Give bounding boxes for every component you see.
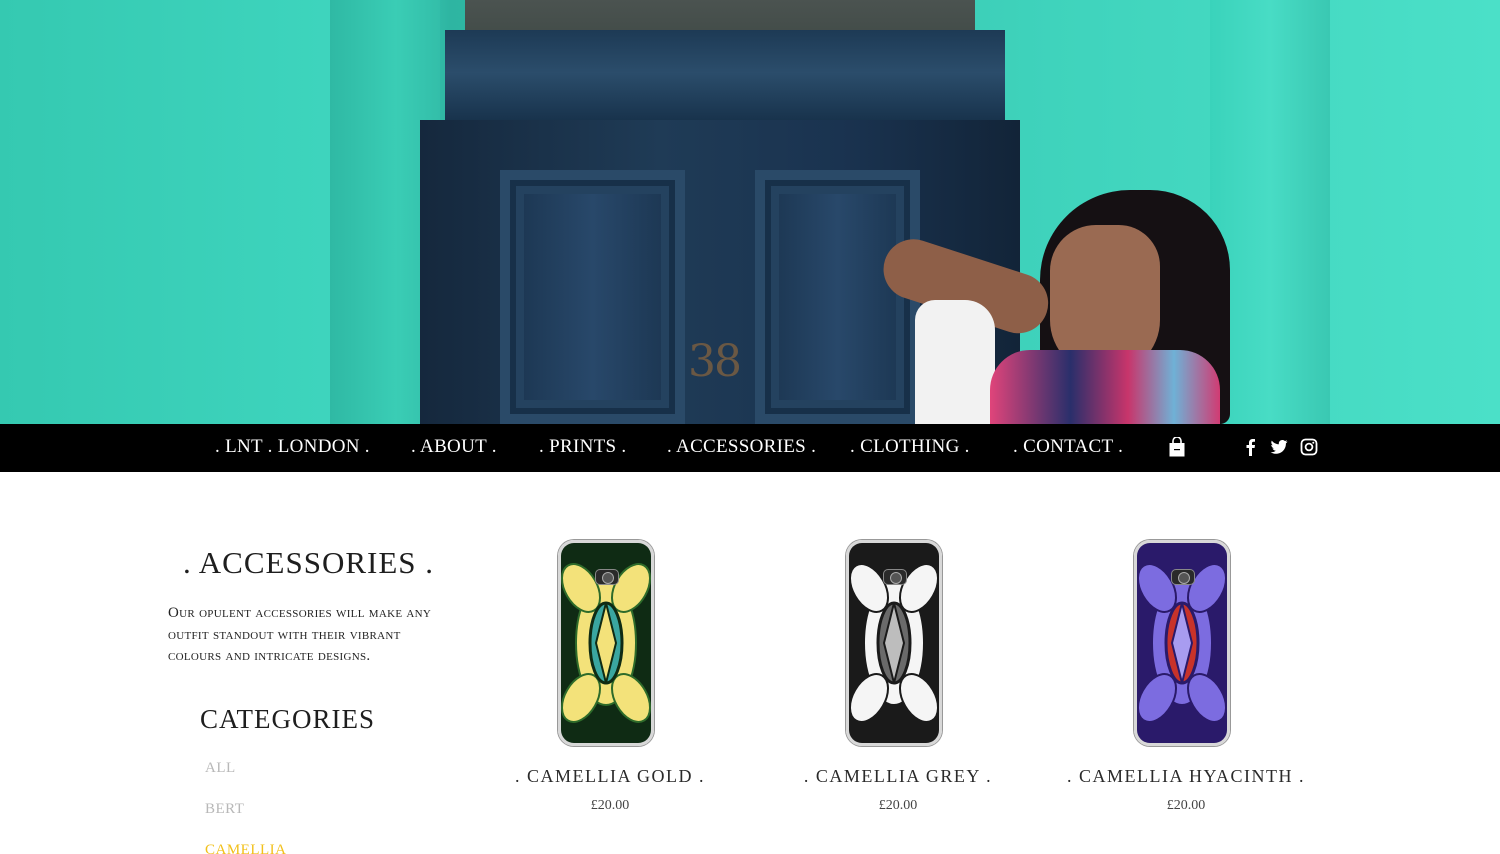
product-name[interactable]: . CAMELLIA GREY .	[758, 766, 1038, 787]
category-camellia[interactable]: CAMELLIA	[205, 842, 287, 854]
product-image[interactable]	[846, 540, 942, 746]
page-description: Our opulent accessories will make any ou…	[168, 605, 432, 664]
hero-door-number: 38	[688, 336, 742, 387]
nav-item-contact[interactable]: . CONTACT .	[1013, 436, 1123, 458]
category-all[interactable]: ALL	[205, 760, 236, 777]
nav-item-prints[interactable]: . PRINTS .	[539, 436, 626, 458]
nav-item-accessories[interactable]: . ACCESSORIES .	[667, 436, 816, 458]
hero-banner: 38	[0, 0, 1500, 424]
camera-icon	[595, 569, 619, 585]
hero-door-panel-right	[755, 170, 920, 424]
hero-door-panel-left	[500, 170, 685, 424]
product-price: £20.00	[590, 798, 630, 813]
product-image[interactable]	[1134, 540, 1230, 746]
product-price: £20.00	[878, 798, 918, 813]
product-name[interactable]: . CAMELLIA GOLD .	[470, 766, 750, 787]
nav-item-about[interactable]: . ABOUT .	[411, 436, 497, 458]
twitter-icon[interactable]	[1270, 438, 1288, 456]
hero-model-dress	[990, 350, 1220, 424]
hero-door-lintel	[445, 30, 1005, 125]
product-image[interactable]	[558, 540, 654, 746]
page-title: . ACCESSORIES .	[183, 545, 435, 580]
instagram-icon[interactable]	[1300, 438, 1318, 456]
product-price: £20.00	[1166, 798, 1206, 813]
hero-model-sleeve	[915, 300, 995, 424]
product-name[interactable]: . CAMELLIA HYACINTH .	[1046, 766, 1326, 787]
facebook-icon[interactable]	[1242, 438, 1260, 456]
camera-icon	[1171, 569, 1195, 585]
nav-item-clothing[interactable]: . CLOTHING .	[850, 436, 970, 458]
categories-heading: CATEGORIES	[200, 704, 376, 734]
shopping-bag-icon[interactable]	[1169, 437, 1185, 457]
category-bert[interactable]: BERT	[205, 801, 244, 818]
camera-icon	[883, 569, 907, 585]
nav-item-home[interactable]: . LNT . LONDON .	[215, 436, 370, 458]
